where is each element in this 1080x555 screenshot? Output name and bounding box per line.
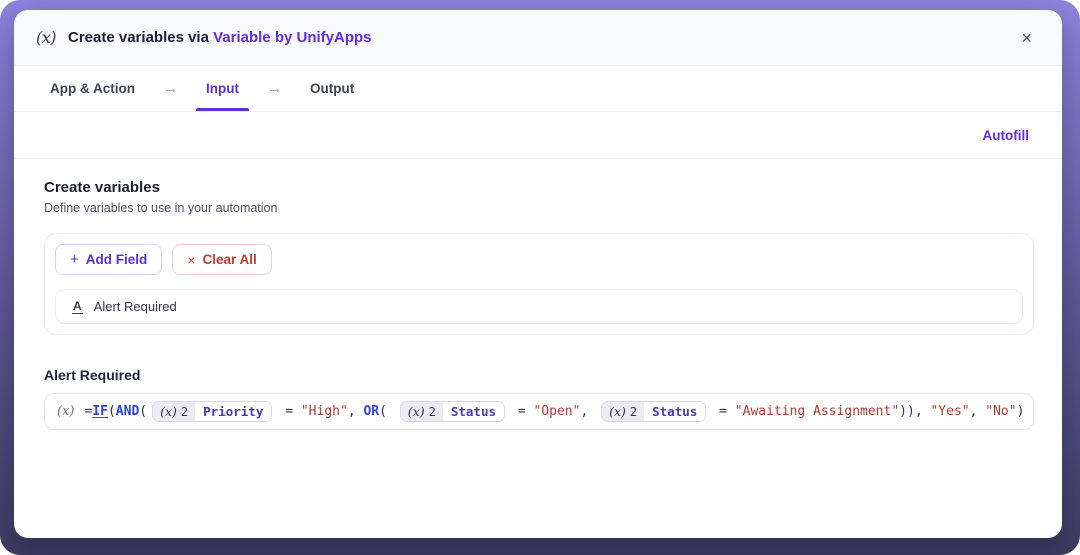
modal-title-prefix: Create variables via — [68, 29, 213, 46]
chip-field-name: Priority — [195, 402, 271, 421]
chip-field-name: Status — [443, 402, 504, 421]
chip-step-number: 2 — [181, 405, 188, 419]
formula-token: )), — [899, 404, 930, 419]
variable-chip-status[interactable]: (x) 2 Status — [601, 401, 706, 422]
plus-icon: + — [70, 251, 79, 268]
chip-variable-ref: (x) 2 — [401, 402, 443, 421]
close-icon[interactable]: × — [1017, 25, 1036, 51]
chip-variable-ref: (x) 2 — [153, 402, 195, 421]
chip-variable-ref: (x) 2 — [602, 402, 644, 421]
formula-token: = — [277, 404, 300, 419]
autofill-button[interactable]: Autofill — [983, 128, 1030, 143]
modal-header: (x) Create variables via Variable by Uni… — [14, 10, 1062, 66]
formula-token: = — [84, 404, 92, 419]
step-tabbar: App & Action → Input → Output — [14, 66, 1062, 112]
variable-name-label: Alert Required — [94, 299, 177, 314]
panel-button-row: + Add Field × Clear All — [55, 244, 1023, 275]
variable-chip-status[interactable]: (x) 2 Status — [400, 401, 505, 422]
modal-content: Create variables Define variables to use… — [14, 159, 1062, 430]
variable-fx-icon: (x) — [36, 28, 56, 47]
formula-field-label: Alert Required — [44, 367, 1034, 383]
add-field-label: Add Field — [86, 252, 148, 267]
modal-title-app-link[interactable]: Variable by UnifyApps — [213, 29, 371, 46]
formula-token: AND — [116, 404, 139, 419]
formula-token: , — [348, 404, 364, 419]
x-icon: × — [187, 252, 195, 268]
formula-token: , — [580, 404, 596, 419]
fx-icon: (x) — [160, 404, 177, 419]
chip-step-number: 2 — [630, 405, 637, 419]
formula-input[interactable]: (x) =IF(AND((x)2Priority = "High", OR( (… — [44, 393, 1034, 430]
text-type-icon: A — [72, 299, 83, 314]
formula-token: ( — [108, 404, 116, 419]
chip-step-number: 2 — [429, 405, 436, 419]
section-title: Create variables — [44, 179, 1034, 196]
fx-icon: (x) — [57, 404, 74, 419]
fx-icon: (x) — [408, 404, 425, 419]
clear-all-label: Clear All — [202, 252, 256, 267]
variable-list-item[interactable]: A Alert Required — [55, 289, 1023, 324]
formula-token: = — [510, 404, 533, 419]
clear-all-button[interactable]: × Clear All — [172, 244, 271, 275]
fx-icon: (x) — [609, 404, 626, 419]
arrow-right-icon: → — [267, 80, 282, 97]
formula-token: "Yes" — [930, 404, 969, 419]
tab-input[interactable]: Input — [200, 66, 245, 111]
create-variables-modal: (x) Create variables via Variable by Uni… — [14, 10, 1062, 538]
arrow-right-icon: → — [163, 80, 178, 97]
variables-panel: + Add Field × Clear All A Alert Required — [44, 233, 1034, 335]
formula-token: ( — [139, 404, 147, 419]
formula-token: OR — [363, 404, 379, 419]
formula-token: "No" — [985, 404, 1016, 419]
formula-token: ) — [1017, 404, 1025, 419]
formula-token: IF — [92, 404, 108, 419]
section-subtitle: Define variables to use in your automati… — [44, 201, 1034, 215]
autofill-row: Autofill — [14, 112, 1062, 159]
chip-field-name: Status — [644, 402, 705, 421]
add-field-button[interactable]: + Add Field — [55, 244, 162, 275]
variable-chip-priority[interactable]: (x) 2 Priority — [152, 401, 272, 422]
formula-token: ( — [379, 404, 395, 419]
tab-app-and-action[interactable]: App & Action — [44, 66, 141, 111]
modal-title: Create variables via Variable by UnifyAp… — [68, 29, 371, 46]
formula-token: = — [711, 404, 734, 419]
formula-token: "High" — [301, 404, 348, 419]
formula-expression: =IF(AND((x)2Priority = "High", OR( (x)2S… — [84, 401, 1024, 422]
formula-token: "Open" — [533, 404, 580, 419]
formula-token: "Awaiting Assignment" — [735, 404, 899, 419]
desktop-backdrop: (x) Create variables via Variable by Uni… — [0, 0, 1080, 555]
tab-output[interactable]: Output — [304, 66, 360, 111]
formula-token: , — [970, 404, 986, 419]
